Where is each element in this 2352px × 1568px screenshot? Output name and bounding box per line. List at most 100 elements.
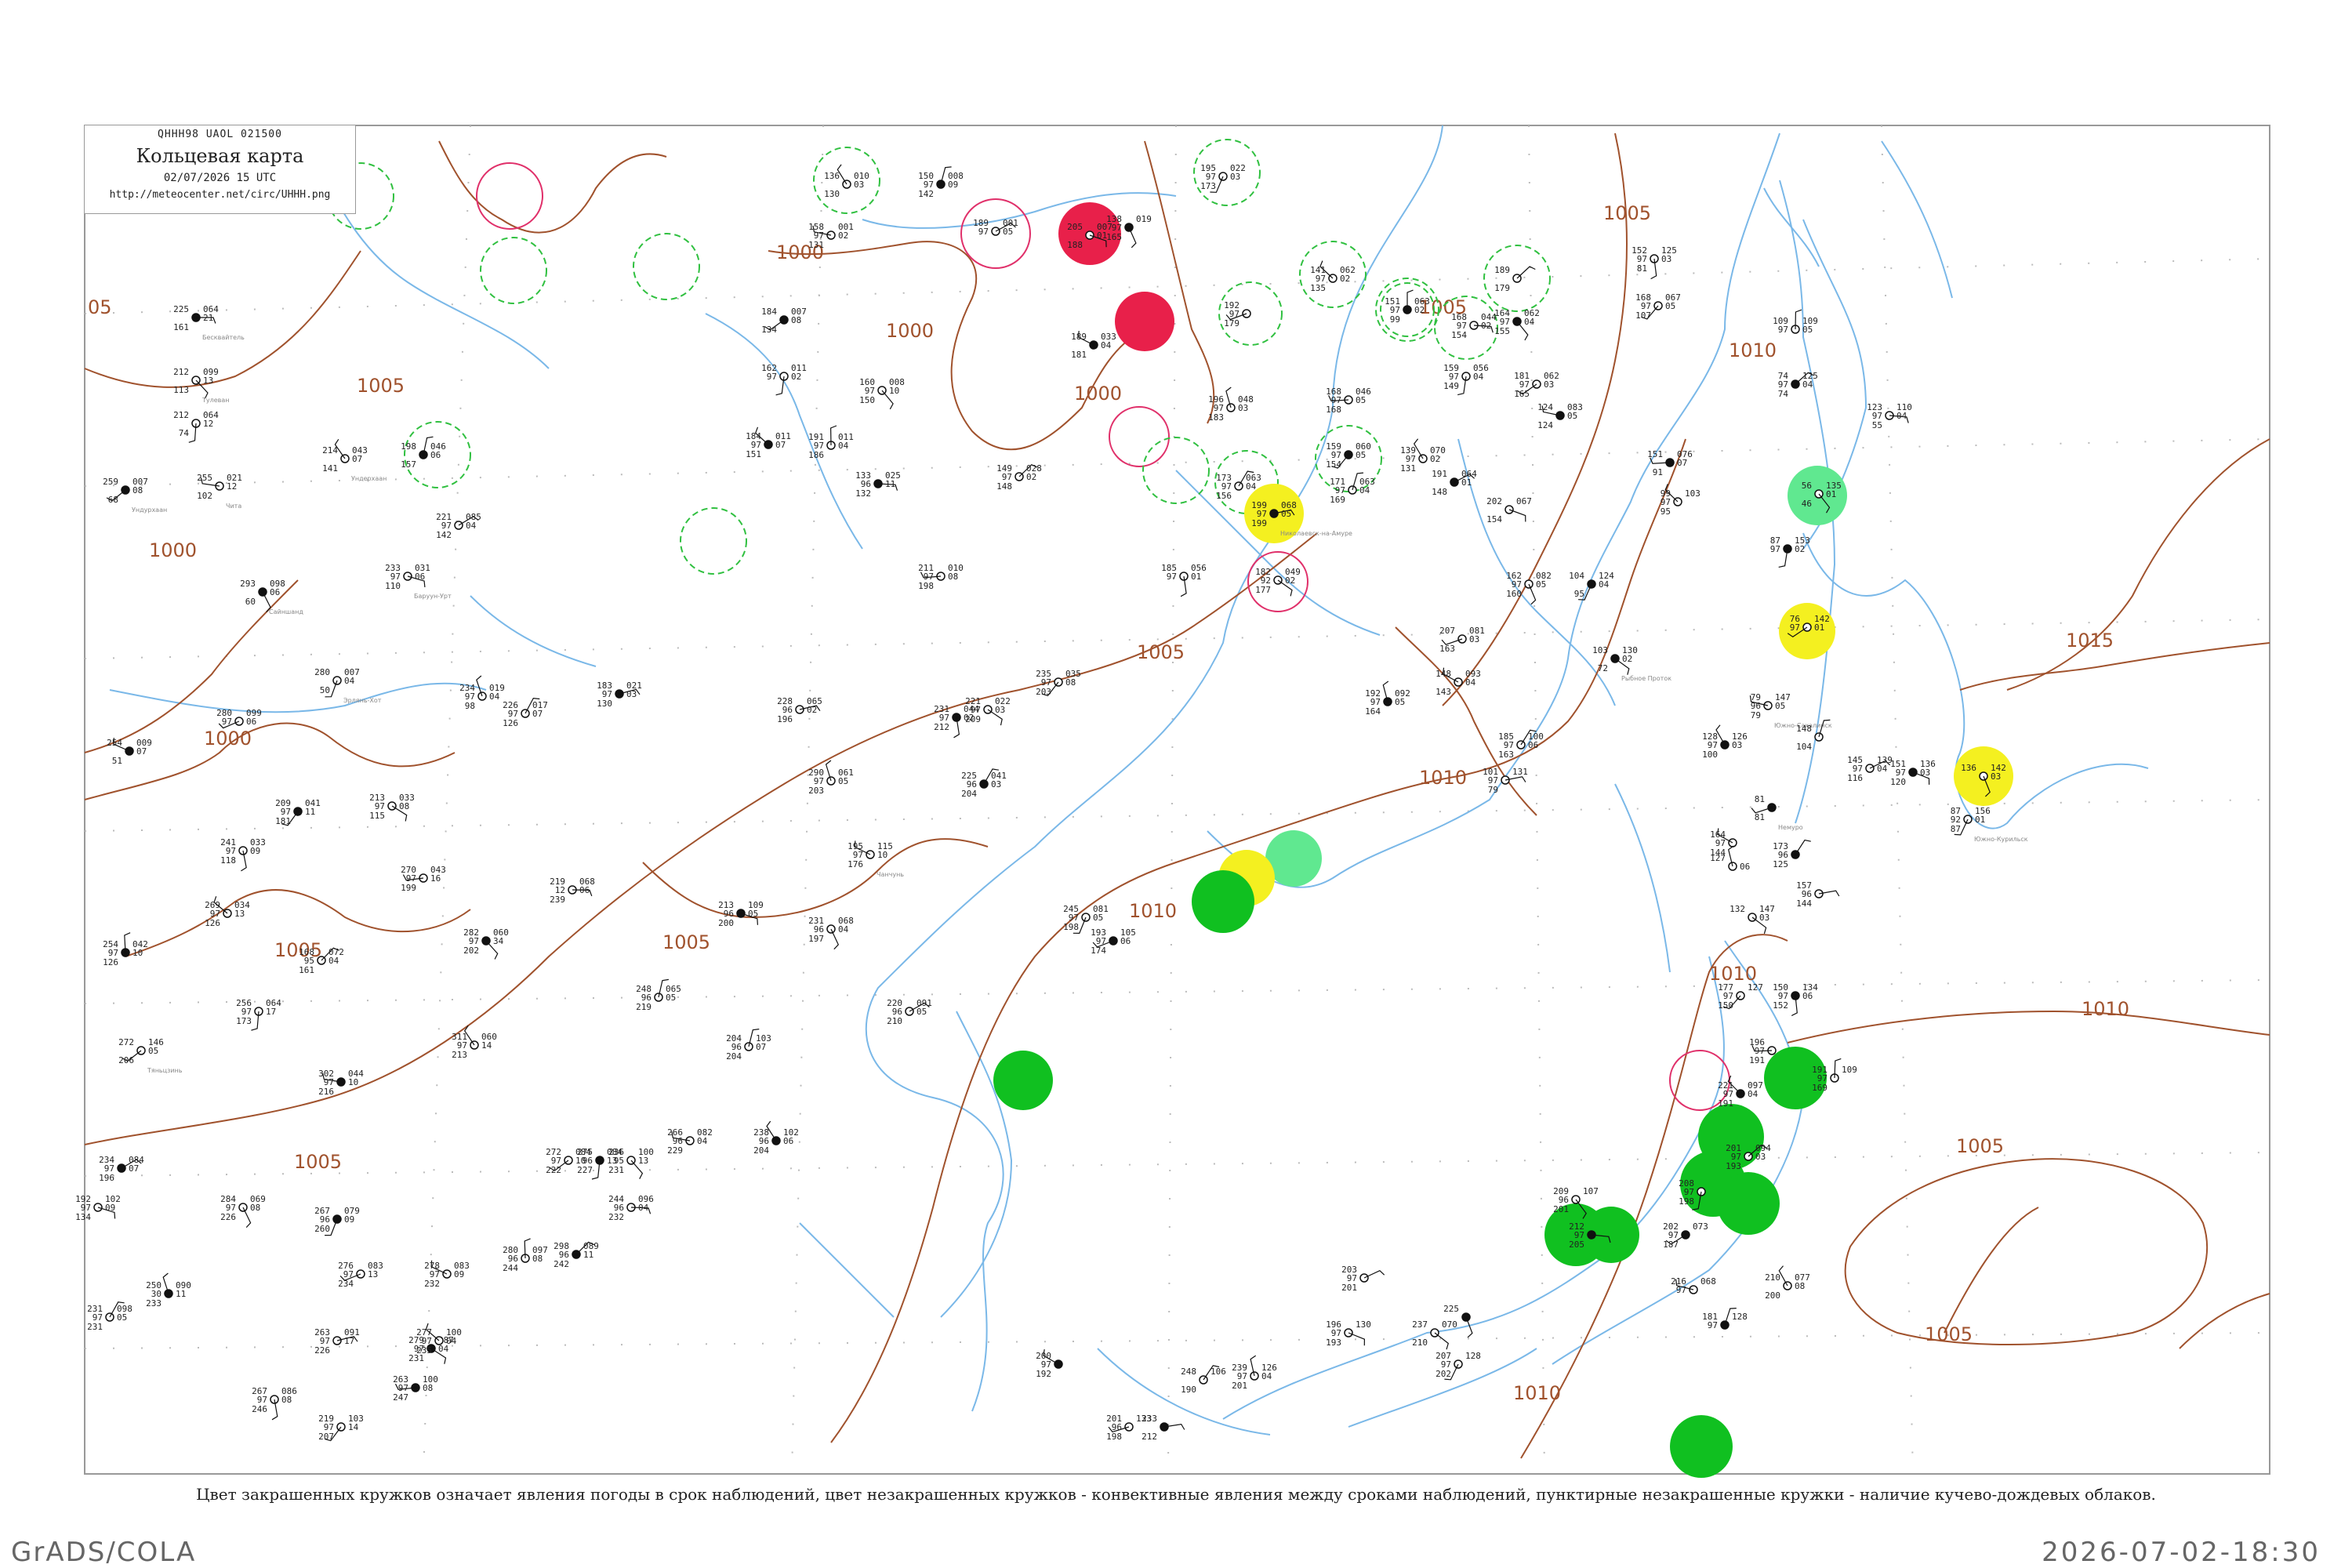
station-plot[interactable]: 1049512404 — [1569, 571, 1614, 601]
station-plot[interactable]: 123975511004 — [1867, 402, 1912, 430]
station-plot[interactable]: 2639722609117 — [314, 1327, 360, 1356]
station-plot[interactable]: 1839713002103 — [597, 681, 642, 709]
station-plot[interactable]: 1959717302203 — [1200, 163, 1246, 193]
station-plot[interactable]: 1099710905 — [1773, 309, 1818, 335]
station-plot[interactable]: 1419713506202 — [1310, 260, 1356, 293]
station-plot[interactable]: 2127406412 — [173, 410, 219, 443]
station-plot[interactable]: 1609715000810 — [859, 377, 905, 410]
station-plot[interactable]: 2289619606502 — [777, 696, 822, 724]
station-plot[interactable]: 19697193130 — [1326, 1319, 1371, 1348]
station-plot[interactable]: 2209621009105 — [887, 998, 932, 1026]
station-plot[interactable]: 20297187073 — [1663, 1221, 1708, 1250]
station-plot[interactable]: 74977412504 — [1778, 371, 1818, 399]
station-plot[interactable]: 19114806401 — [1432, 469, 1477, 497]
station-plot[interactable]: 2389620410206 — [753, 1120, 799, 1156]
station-plot[interactable]: 2489621906505 — [636, 978, 681, 1012]
station-plot[interactable]: 81 81 Немуро — [1751, 794, 1803, 831]
station-plot[interactable]: 1519107607 — [1647, 449, 1693, 477]
station-plot[interactable]: 2809624409708 — [503, 1238, 548, 1273]
station-plot[interactable]: 13613001003 — [824, 164, 869, 199]
station-plot[interactable]: 1929716409205 — [1365, 681, 1410, 717]
station-plot[interactable]: 2989624208911 — [554, 1241, 599, 1269]
station-plot[interactable]: 152978112503 — [1632, 245, 1677, 280]
station-plot[interactable]: 20397201 — [1341, 1265, 1385, 1293]
station-plot[interactable]: 15796144 — [1796, 880, 1840, 909]
station-plot[interactable]: 2829720206034 — [463, 927, 509, 960]
station-plot[interactable]: 2545100907 — [107, 738, 152, 766]
station-plot[interactable]: 1459711613904 — [1847, 755, 1893, 783]
station-plot[interactable]: 2709719904316 — [401, 865, 446, 893]
map-url[interactable]: http://meteocenter.net/circ/UHHH.png — [85, 189, 355, 201]
station-plot[interactable]: 2669622908204 — [667, 1127, 713, 1156]
station-plot[interactable]: 1019779131 — [1483, 767, 1528, 795]
station-plot[interactable]: 19297179 — [1224, 300, 1251, 328]
station-plot[interactable]: 18918103304 — [1071, 331, 1116, 360]
station-plot[interactable]: 2849722606908 — [220, 1194, 266, 1229]
station-plot[interactable]: 2503023309011 — [146, 1272, 191, 1308]
station-plot[interactable]: 1689710706705 — [1635, 292, 1681, 321]
station-plot[interactable]: 2219714208504 — [436, 512, 481, 540]
station-plot[interactable]: 202 154 067 — [1486, 496, 1532, 524]
station-plot[interactable]: 2139711503308 — [369, 793, 415, 822]
station-plot[interactable]: 233 212 — [1142, 1414, 1185, 1442]
station-plot[interactable]: 2049620410307 — [726, 1029, 771, 1062]
station-plot[interactable]: 1509714200809 — [918, 166, 964, 199]
station-plot[interactable]: 1629716008205 — [1506, 571, 1552, 605]
station-plot[interactable]: 1519712013603 — [1890, 759, 1936, 787]
station-plot[interactable]: 2769723408313 — [338, 1261, 383, 1289]
station-plot[interactable]: 87928715601Южно-Курильск — [1951, 806, 2028, 843]
station-plot[interactable]: 2449623209604 — [608, 1194, 654, 1222]
station-plot[interactable]: 20097192 — [1036, 1349, 1063, 1379]
station-plot[interactable]: 2259620404103 — [961, 768, 1007, 799]
station-plot[interactable]: 2679724608608 — [252, 1386, 297, 1421]
station-plot[interactable]: 2419711803309 — [220, 837, 266, 872]
station-plot[interactable]: 25510202112Чита — [197, 473, 242, 510]
station-plot[interactable]: 189 179 — [1494, 265, 1536, 293]
station-plot[interactable]: 1499714802802 — [996, 463, 1042, 492]
station-plot[interactable]: 20716308103 — [1439, 626, 1485, 654]
station-plot[interactable]: 20797202128 — [1436, 1351, 1481, 1381]
station-plot[interactable]: 2119719801008 — [918, 563, 964, 591]
station-plot[interactable]: 18197128 — [1702, 1308, 1748, 1330]
station-plot[interactable]: 1599715406005 — [1326, 441, 1371, 470]
station-plot[interactable]: 2359720303508 — [1036, 669, 1081, 697]
station-plot[interactable]: 2099718104111 — [275, 798, 321, 826]
station-plot[interactable]: 1629701102 — [761, 363, 807, 396]
station-plot[interactable]: 1969718304803 — [1208, 387, 1254, 423]
station-plot[interactable]: 2569717306417 — [236, 998, 281, 1031]
station-plot[interactable]: 3119721306014 — [452, 1025, 497, 1060]
station-plot[interactable]: 21211309913Тулеван — [173, 367, 229, 404]
station-plot[interactable]: 1599714905604 — [1443, 363, 1489, 396]
station-plot[interactable]: 21020007708 — [1765, 1265, 1810, 1301]
station-plot[interactable]: 21697068 — [1671, 1276, 1716, 1295]
station-plot[interactable]: 12412408305 — [1537, 402, 1583, 430]
station-plot[interactable]: 151979906302 — [1385, 289, 1430, 325]
station-plot[interactable]: 2639724710008 — [393, 1374, 438, 1403]
station-plot[interactable]: 2319619706804 — [808, 916, 854, 950]
station-plot[interactable]: 17797150127 — [1718, 982, 1763, 1011]
station-plot[interactable]: 17396125 — [1773, 839, 1811, 870]
station-plot[interactable]: 27220614605Тяньцзинь — [118, 1037, 183, 1074]
station-plot[interactable]: 19815704606 — [401, 436, 446, 470]
station-plot[interactable]: 1919718601104 — [808, 425, 854, 460]
station-plot[interactable]: 22516106421Бесквайтель — [173, 304, 245, 341]
station-plot[interactable]: 1859705601 — [1161, 563, 1207, 597]
station-plot[interactable]: 132 14703 — [1730, 904, 1775, 935]
station-plot[interactable]: 2319721204402 — [934, 704, 979, 739]
station-plot[interactable]: 234979801904 — [459, 675, 505, 711]
station-plot[interactable]: 237 210 070 — [1412, 1319, 1457, 1350]
station-plot[interactable]: 2139620010905 — [718, 900, 764, 928]
station-plot[interactable]: 2191223906806 — [550, 877, 595, 905]
station-plot[interactable]: 2789723208309 — [424, 1260, 470, 1289]
station-plot[interactable]: 1689716804605 — [1326, 387, 1371, 415]
station-plot[interactable]: 1289710012603 — [1702, 724, 1748, 760]
station-plot[interactable]: 21414104307Ундерхаан — [322, 438, 387, 482]
station-plot[interactable]: 1849715101107 — [746, 426, 791, 459]
station-plot[interactable]: 1689715404402 — [1451, 312, 1497, 340]
station-plot[interactable]: 2805000704Эрлянь-Хот — [314, 667, 382, 704]
station-plot[interactable]: 2679626007909 — [314, 1206, 360, 1236]
station-plot[interactable]: 2319723109805 — [87, 1301, 132, 1332]
station-plot[interactable]: 1929713410209 — [75, 1194, 121, 1222]
station-plot[interactable]: 1959717611510Чанчунь — [848, 840, 904, 878]
station-plot[interactable]: 2339711003106Баруун-Урт — [385, 563, 452, 600]
